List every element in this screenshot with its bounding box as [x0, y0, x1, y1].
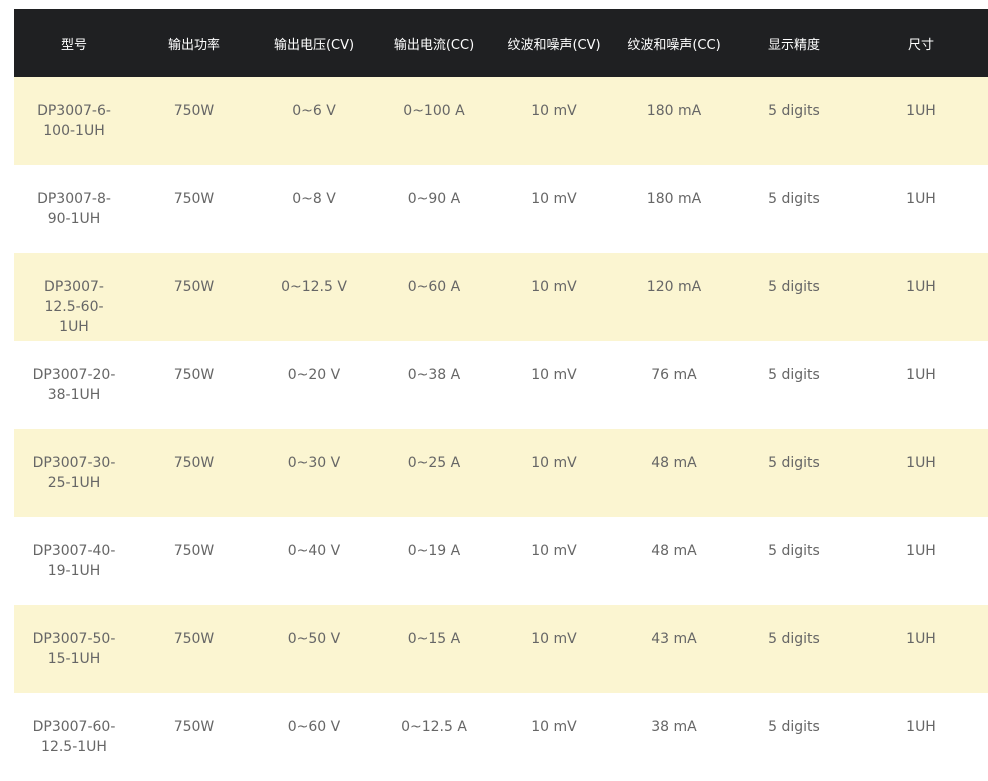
cell-model: DP3007-20-38-1UH — [14, 341, 134, 429]
header-size: 尺寸 — [854, 9, 988, 77]
cell-ripple-noise-cv: 10 mV — [494, 429, 614, 517]
cell-model: DP3007-8-90-1UH — [14, 165, 134, 253]
cell-ripple-noise-cv: 10 mV — [494, 165, 614, 253]
cell-model: DP3007-40-19-1UH — [14, 517, 134, 605]
cell-ripple-noise-cc: 120 mA — [614, 253, 734, 341]
cell-model: DP3007-30-25-1UH — [14, 429, 134, 517]
cell-output-power: 750W — [134, 693, 254, 781]
table-row: DP3007-60-12.5-1UH 750W 0~60 V 0~12.5 A 10 m… — [14, 693, 988, 781]
cell-output-power: 750W — [134, 165, 254, 253]
cell-output-current: 0~100 A — [374, 77, 494, 165]
cell-display-precision: 5 digits — [734, 693, 854, 781]
cell-ripple-noise-cv: 10 mV — [494, 77, 614, 165]
cell-output-power: 750W — [134, 605, 254, 693]
table-header: 型号 输出功率 输出电压(CV) 输出电流(CC) 纹波和噪声(CV) 纹波和噪… — [14, 9, 988, 77]
cell-output-power: 750W — [134, 429, 254, 517]
cell-output-current: 0~90 A — [374, 165, 494, 253]
cell-ripple-noise-cc: 180 mA — [614, 165, 734, 253]
cell-output-power: 750W — [134, 341, 254, 429]
cell-size: 1UH — [854, 165, 988, 253]
cell-output-current: 0~60 A — [374, 253, 494, 341]
table-row: DP3007-30-25-1UH 750W 0~30 V 0~25 A 10 mV 48 … — [14, 429, 988, 517]
cell-ripple-noise-cc: 76 mA — [614, 341, 734, 429]
cell-output-voltage: 0~40 V — [254, 517, 374, 605]
cell-size: 1UH — [854, 341, 988, 429]
cell-output-power: 750W — [134, 253, 254, 341]
cell-size: 1UH — [854, 517, 988, 605]
table-row: DP3007-20-38-1UH 750W 0~20 V 0~38 A 10 mV 76 … — [14, 341, 988, 429]
header-row: 型号 输出功率 输出电压(CV) 输出电流(CC) 纹波和噪声(CV) 纹波和噪… — [14, 9, 988, 77]
cell-output-voltage: 0~12.5 V — [254, 253, 374, 341]
cell-ripple-noise-cv: 10 mV — [494, 517, 614, 605]
cell-ripple-noise-cv: 10 mV — [494, 605, 614, 693]
cell-model: DP3007-60-12.5-1UH — [14, 693, 134, 781]
header-ripple-noise-cv: 纹波和噪声(CV) — [494, 9, 614, 77]
cell-display-precision: 5 digits — [734, 429, 854, 517]
cell-model: DP3007-6-100-1UH — [14, 77, 134, 165]
cell-display-precision: 5 digits — [734, 165, 854, 253]
header-display-precision: 显示精度 — [734, 9, 854, 77]
cell-output-voltage: 0~50 V — [254, 605, 374, 693]
cell-size: 1UH — [854, 429, 988, 517]
cell-ripple-noise-cc: 48 mA — [614, 429, 734, 517]
cell-output-voltage: 0~30 V — [254, 429, 374, 517]
cell-size: 1UH — [854, 253, 988, 341]
cell-size: 1UH — [854, 77, 988, 165]
cell-output-current: 0~15 A — [374, 605, 494, 693]
cell-ripple-noise-cc: 180 mA — [614, 77, 734, 165]
cell-display-precision: 5 digits — [734, 605, 854, 693]
cell-display-precision: 5 digits — [734, 77, 854, 165]
header-output-voltage: 输出电压(CV) — [254, 9, 374, 77]
header-model: 型号 — [14, 9, 134, 77]
cell-size: 1UH — [854, 693, 988, 781]
cell-output-voltage: 0~6 V — [254, 77, 374, 165]
cell-ripple-noise-cv: 10 mV — [494, 693, 614, 781]
cell-ripple-noise-cc: 38 mA — [614, 693, 734, 781]
cell-output-power: 750W — [134, 517, 254, 605]
cell-output-voltage: 0~8 V — [254, 165, 374, 253]
product-spec-table: 型号 输出功率 输出电压(CV) 输出电流(CC) 纹波和噪声(CV) 纹波和噪… — [14, 9, 988, 781]
cell-model: DP3007-50-15-1UH — [14, 605, 134, 693]
cell-display-precision: 5 digits — [734, 341, 854, 429]
cell-ripple-noise-cc: 48 mA — [614, 517, 734, 605]
cell-output-voltage: 0~60 V — [254, 693, 374, 781]
table-row: DP3007-8-90-1UH 750W 0~8 V 0~90 A 10 mV 180 m… — [14, 165, 988, 253]
cell-output-current: 0~38 A — [374, 341, 494, 429]
header-output-current: 输出电流(CC) — [374, 9, 494, 77]
cell-ripple-noise-cv: 10 mV — [494, 253, 614, 341]
cell-ripple-noise-cv: 10 mV — [494, 341, 614, 429]
spec-table-container: 型号 输出功率 输出电压(CV) 输出电流(CC) 纹波和噪声(CV) 纹波和噪… — [14, 9, 988, 781]
cell-display-precision: 5 digits — [734, 253, 854, 341]
cell-output-current: 0~25 A — [374, 429, 494, 517]
table-row: DP3007-50-15-1UH 750W 0~50 V 0~15 A 10 mV 43 … — [14, 605, 988, 693]
header-output-power: 输出功率 — [134, 9, 254, 77]
cell-output-power: 750W — [134, 77, 254, 165]
table-body: DP3007-6-100-1UH 750W 0~6 V 0~100 A 10 mV 180… — [14, 77, 988, 781]
table-row: DP3007-6-100-1UH 750W 0~6 V 0~100 A 10 mV 180… — [14, 77, 988, 165]
cell-size: 1UH — [854, 605, 988, 693]
cell-output-current: 0~19 A — [374, 517, 494, 605]
header-ripple-noise-cc: 纹波和噪声(CC) — [614, 9, 734, 77]
table-row: DP3007-12.5-60-1UH 750W 0~12.5 V 0~60 A 10 m… — [14, 253, 988, 341]
cell-output-voltage: 0~20 V — [254, 341, 374, 429]
cell-output-current: 0~12.5 A — [374, 693, 494, 781]
cell-model: DP3007-12.5-60-1UH — [14, 253, 134, 341]
table-row: DP3007-40-19-1UH 750W 0~40 V 0~19 A 10 mV 48 … — [14, 517, 988, 605]
cell-display-precision: 5 digits — [734, 517, 854, 605]
cell-ripple-noise-cc: 43 mA — [614, 605, 734, 693]
